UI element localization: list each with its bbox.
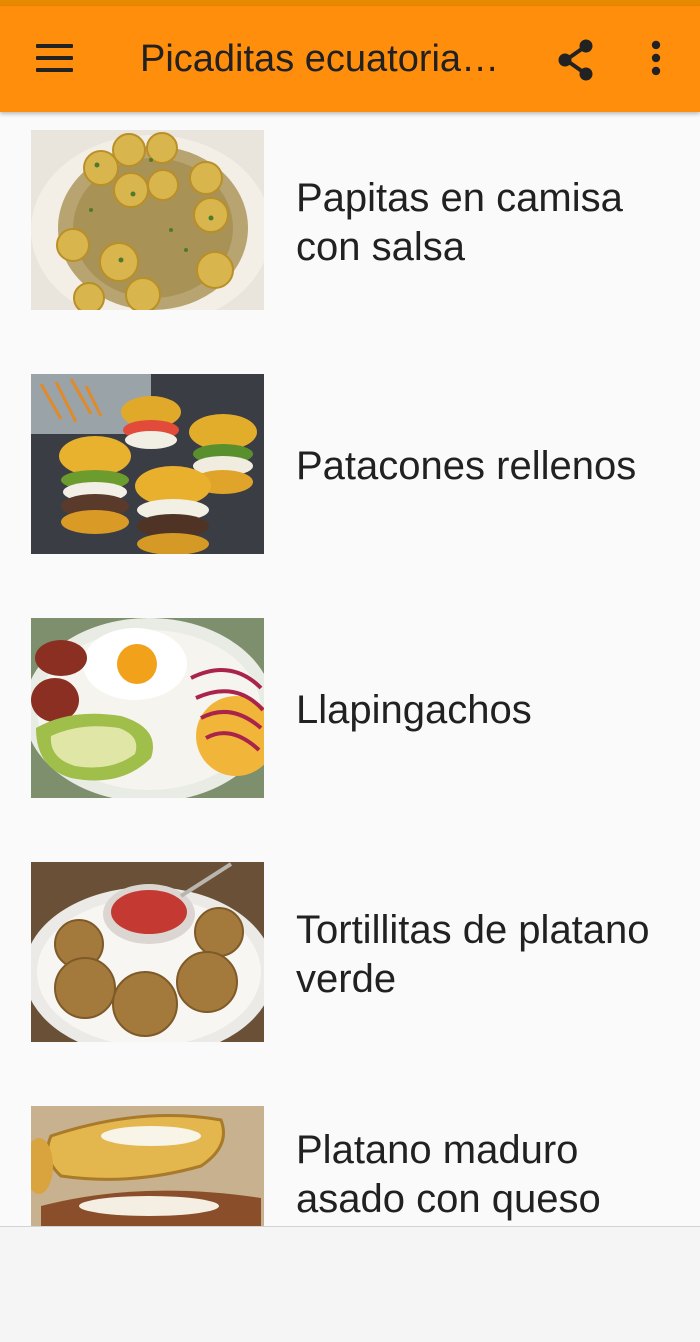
bottom-bar bbox=[0, 1226, 700, 1342]
list-item[interactable]: Llapingachos bbox=[0, 600, 700, 844]
list-item[interactable]: Papitas en camisa con salsa bbox=[0, 112, 700, 356]
papitas-photo bbox=[31, 130, 264, 310]
tortillitas-photo bbox=[31, 862, 264, 1042]
list-item[interactable]: Tortillitas de platano verde bbox=[0, 844, 700, 1088]
page-title: Picaditas ecuatorianas bbox=[140, 38, 510, 80]
recipe-title: Papitas en camisa con salsa bbox=[296, 176, 623, 269]
recipe-title: Platano maduro asado con queso bbox=[296, 1128, 601, 1221]
llapingachos-photo bbox=[31, 618, 264, 798]
hamburger-menu-icon[interactable] bbox=[22, 30, 86, 86]
app-bar: Picaditas ecuatorianas bbox=[0, 6, 700, 112]
list-item[interactable]: Platano maduro asado con queso bbox=[0, 1088, 700, 1226]
recipe-title: Patacones rellenos bbox=[296, 444, 637, 488]
recipe-title: Tortillitas de platano verde bbox=[296, 908, 650, 1001]
share-icon[interactable] bbox=[552, 36, 600, 84]
platano-photo bbox=[31, 1106, 264, 1226]
recipe-list: Papitas en camisa con salsa Patacones re… bbox=[0, 112, 700, 1226]
recipe-title: Llapingachos bbox=[296, 688, 532, 732]
patacones-photo bbox=[31, 374, 264, 554]
list-item[interactable]: Patacones rellenos bbox=[0, 356, 700, 600]
more-vert-icon[interactable] bbox=[636, 36, 676, 84]
